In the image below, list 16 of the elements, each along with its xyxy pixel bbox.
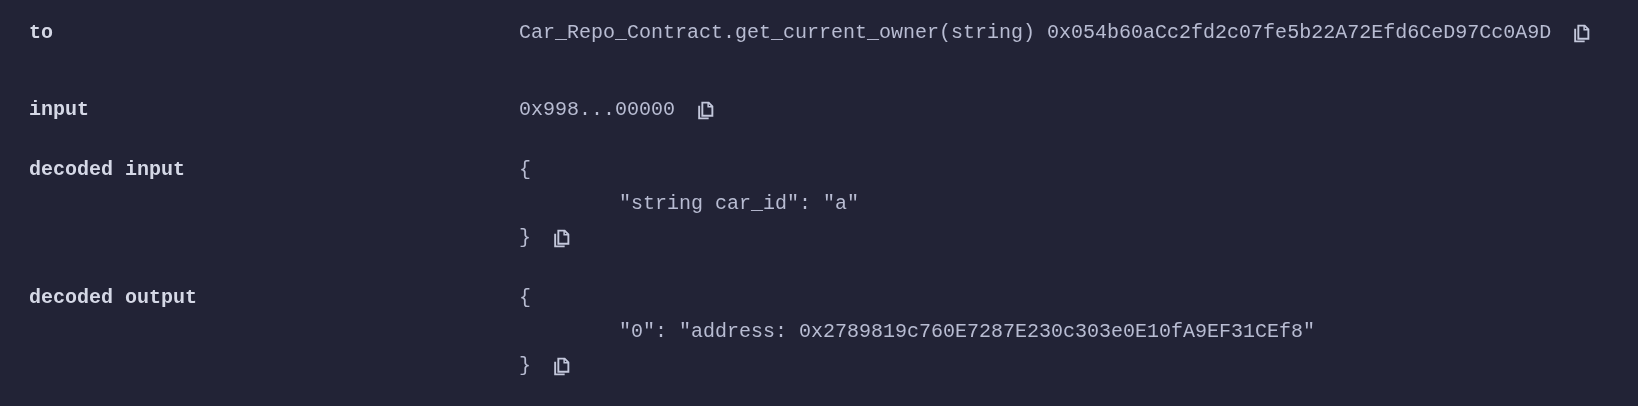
copy-icon[interactable] xyxy=(553,356,570,376)
brace: { xyxy=(519,157,531,183)
field-label: decoded output xyxy=(29,285,199,311)
copy-icon[interactable] xyxy=(1573,23,1591,43)
field-value: Car_Repo_Contract.get_current_owner(string) 0x054b60aCc2fd2c07fe5b22A72Efd6CeD97Cc0A9D xyxy=(519,20,1552,46)
field-value: 0x998...00000 xyxy=(519,97,676,123)
copy-icon[interactable] xyxy=(553,228,570,248)
field-label: input xyxy=(29,97,90,123)
json-entry: "string car_id": "a" xyxy=(619,191,860,217)
field-label: decoded input xyxy=(29,157,187,183)
brace: } xyxy=(519,225,531,251)
brace: { xyxy=(519,285,531,311)
copy-icon[interactable] xyxy=(697,100,715,120)
field-label: to xyxy=(29,20,54,46)
json-entry: "0": "address: 0x2789819c760E7287E230c303e0E10fA9EF31CEf8" xyxy=(619,319,1316,345)
brace: } xyxy=(519,353,531,379)
